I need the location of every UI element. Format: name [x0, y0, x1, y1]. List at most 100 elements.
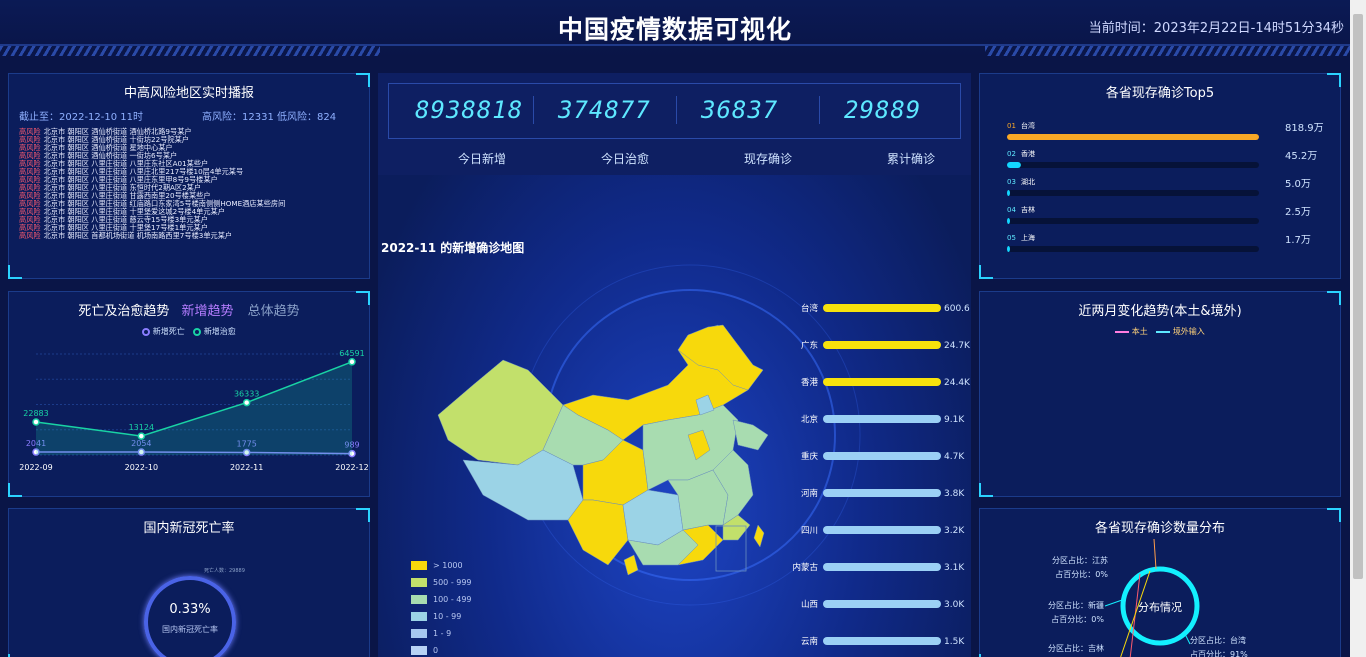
- stat-value: 29889: [844, 96, 922, 124]
- rank-bar: [823, 600, 941, 608]
- rank-bar: [823, 304, 941, 312]
- region-shandong[interactable]: [732, 419, 769, 451]
- rank-name: 重庆: [801, 451, 819, 462]
- province-name: 湖北: [1021, 177, 1035, 186]
- legend-death-label[interactable]: 新增死亡: [153, 327, 185, 336]
- stat-label: 现存确诊: [743, 152, 792, 166]
- rank-name: 河南: [801, 488, 818, 499]
- legend-import-label[interactable]: 境外输入: [1173, 327, 1205, 336]
- risk-counts: 高风险：12331 低风险：824: [202, 112, 337, 123]
- legend-swatch: [411, 561, 427, 570]
- legend-swatch: [411, 629, 427, 638]
- region-yunnan[interactable]: [567, 499, 629, 566]
- stat-label: 今日治愈: [600, 152, 649, 166]
- rank-name: 广东: [801, 340, 818, 351]
- stat-value: 374877: [558, 96, 651, 124]
- tab-total-trend[interactable]: 总体趋势: [248, 304, 300, 319]
- bar-value: 818.9万: [1285, 123, 1324, 134]
- bar-track: [1007, 190, 1259, 196]
- map-legend-item[interactable]: 500 - 999: [411, 578, 472, 595]
- distribution-center: 分布情况: [1138, 601, 1182, 614]
- map-legend-item[interactable]: 1 - 9: [411, 629, 472, 646]
- rank-bar: [823, 489, 941, 497]
- trend-title: 死亡及治愈趋势: [78, 304, 170, 319]
- region-taiwan[interactable]: [753, 524, 765, 548]
- risk-place: 北京市 朝阳区 首都机场街道 机场南路西里7号楼3单元某户: [43, 231, 233, 240]
- data-label: 22883: [23, 409, 48, 418]
- rank-name: 内蒙古: [792, 562, 818, 573]
- rank-value: 3.0K: [944, 600, 965, 610]
- legend-swatch: [411, 612, 427, 621]
- rank-value: 24.7K: [944, 341, 970, 351]
- rank-bar: [823, 415, 941, 423]
- bar-fill: [1007, 162, 1021, 168]
- stat-divider: [819, 96, 820, 124]
- tab-new-trend[interactable]: 新增趋势: [181, 304, 233, 319]
- x-tick-label: 2022-09: [19, 463, 52, 472]
- legend-cure-label[interactable]: 新增治愈: [204, 327, 236, 336]
- data-point: [348, 358, 356, 366]
- change-title: 近两月变化趋势(本土&境外): [1078, 304, 1242, 319]
- top5-panel: 各省现存确诊Top5 01 台湾 818.9万 02 香港 45.2万 03 湖北 5.0万 04…: [979, 73, 1341, 279]
- region-hainan[interactable]: [623, 554, 639, 576]
- province-name: 上海: [1021, 233, 1035, 242]
- map-legend-item[interactable]: 10 - 99: [411, 612, 472, 629]
- rank-value: 4.7K: [944, 452, 965, 462]
- top5-chart: 01 台湾 818.9万 02 香港 45.2万 03 湖北 5.0万 04 吉林 2.5万 05 上海 1…: [1007, 121, 1324, 252]
- stat-divider: [676, 96, 677, 124]
- map-legend-item[interactable]: > 1000: [411, 561, 472, 578]
- legend-label: 1 - 9: [433, 629, 452, 638]
- legend-swatch: [411, 595, 427, 604]
- legend-death-icon: [142, 327, 151, 336]
- bar-value: 2.5万: [1285, 207, 1311, 218]
- header-stripes-left: [0, 46, 380, 56]
- risk-list[interactable]: 高风险 北京市 朝阳区 酒仙桥街道 酒仙桥北路9号某户 高风险 北京市 朝阳区 酒仙桥…: [19, 128, 364, 240]
- mortality-panel: 国内新冠死亡率 0.33% 国内新冠死亡率 死亡人数：29889: [8, 508, 370, 657]
- rank-value: 1.5K: [944, 637, 965, 647]
- distribution-chart: [1104, 538, 1200, 657]
- risk-level: 高风险: [19, 231, 41, 240]
- x-tick-label: 2022-12: [335, 463, 368, 472]
- legend-swatch: [411, 646, 427, 655]
- data-point: [137, 432, 146, 440]
- risk-title: 中高风险地区实时播报: [123, 86, 254, 101]
- legend-local-label[interactable]: 本土: [1132, 327, 1148, 336]
- risk-panel: 中高风险地区实时播报 截止至：2022-12-10 11时 高风险：12331 …: [8, 73, 370, 279]
- stat-value: 36837: [701, 96, 779, 124]
- rank-bar: [823, 378, 941, 386]
- stat-label: 累计确诊: [886, 152, 935, 166]
- bar-track: [1007, 162, 1259, 168]
- stat-value: 8938818: [415, 96, 524, 124]
- risk-deadline: 截止至：2022-12-10 11时: [19, 112, 144, 123]
- map-legend-item[interactable]: 100 - 499: [411, 595, 472, 612]
- distribution-leader-1: [1153, 538, 1157, 570]
- rank-name: 香港: [801, 377, 819, 388]
- map-legend-item[interactable]: 0: [411, 646, 472, 657]
- province-rank-chart: 台湾 600.6l 广东 24.7K 香港 24.4K 北京 9.1K 重庆 4.7K 河南 3.8K…: [792, 303, 970, 647]
- top5-title: 各省现存确诊Top5: [1105, 86, 1215, 101]
- legend-label: 0: [433, 646, 439, 655]
- province-name: 香港: [1021, 149, 1035, 158]
- rank-value: 9.1K: [944, 415, 965, 425]
- bar-fill: [1007, 246, 1010, 252]
- province-name: 吉林: [1021, 205, 1035, 214]
- page-scrollbar[interactable]: [1350, 0, 1366, 657]
- mortality-label: 国内新冠死亡率: [162, 625, 218, 634]
- dist-label-jiangsu: 分区占比：江苏 占百分比：0%: [1052, 556, 1108, 579]
- rank-name: 山西: [801, 599, 818, 610]
- dist-label-xinjiang: 分区占比：新疆 占百分比：0%: [1048, 601, 1104, 624]
- rank-bar: [823, 563, 941, 571]
- rank-value: 24.4K: [944, 378, 970, 388]
- data-label: 64591: [339, 349, 364, 358]
- x-tick-label: 2022-11: [230, 463, 263, 472]
- rank-number: 01: [1007, 122, 1016, 130]
- scrollbar-thumb[interactable]: [1353, 14, 1363, 579]
- bar-fill: [1007, 134, 1259, 140]
- rank-bar: [823, 526, 941, 534]
- bar-value: 45.2万: [1285, 151, 1317, 162]
- distribution-panel: 各省现存确诊数量分布 分布情况 分区占比：江苏 占百分比：0% 分区占比：新疆 占百…: [979, 508, 1341, 657]
- header-stripes-right: [985, 46, 1350, 56]
- stat-divider: [533, 96, 534, 124]
- rank-value: 3.2K: [944, 526, 965, 536]
- legend-local-icon: [1115, 330, 1130, 333]
